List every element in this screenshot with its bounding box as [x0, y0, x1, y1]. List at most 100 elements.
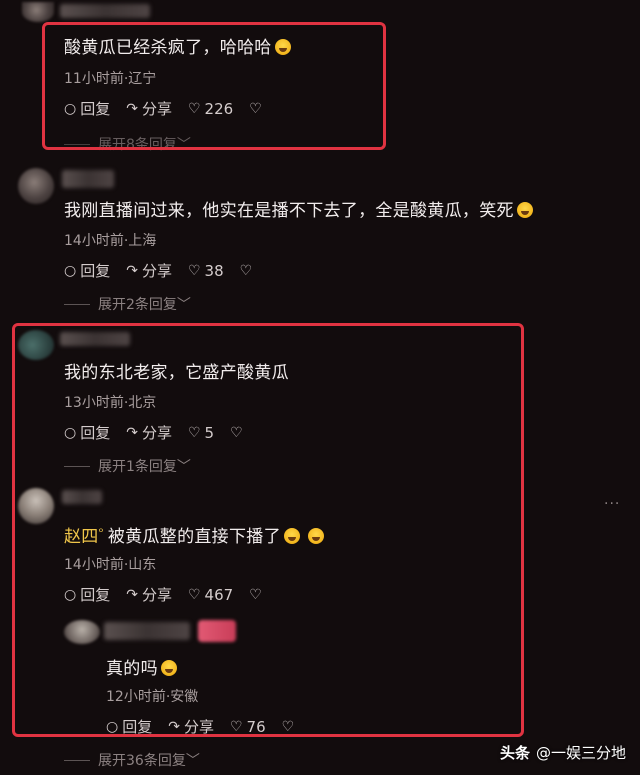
divider — [64, 303, 90, 305]
comment-time: 13小时前·北京 — [64, 395, 157, 411]
share-button[interactable]: ↷ 分享 — [168, 716, 214, 737]
share-arrow-icon: ↷ — [126, 262, 138, 279]
avatar[interactable] — [64, 620, 100, 644]
broken-heart-icon: ♡ — [239, 262, 253, 279]
share-label: 分享 — [141, 262, 172, 280]
reply-button[interactable]: ○ 回复 — [106, 716, 152, 737]
expand-replies-button[interactable]: 展开36条回复 ﹀ — [64, 750, 200, 770]
chevron-down-icon: ﹀ — [176, 459, 191, 475]
avatar[interactable] — [22, 2, 54, 22]
like-count: 226 — [204, 99, 234, 118]
reply-bubble-icon: ○ — [64, 262, 77, 279]
divider — [64, 143, 90, 145]
heart-icon: ♡ — [187, 424, 201, 441]
watermark: 头条 @一娱三分地 — [500, 742, 626, 763]
like-count: 467 — [204, 585, 234, 604]
reply-label: 回复 — [80, 586, 111, 604]
comment-time: 14小时前·山东 — [64, 557, 157, 573]
like-count: 5 — [204, 423, 215, 442]
laugh-cry-emoji-icon — [274, 39, 291, 55]
expand-label: 展开8条回复 — [98, 137, 177, 153]
mention-marker-icon: ᵒ — [98, 525, 104, 539]
comment-time: 11小时前·辽宁 — [64, 71, 157, 87]
reply-bubble-icon: ○ — [106, 718, 119, 735]
comment-actions: ○ 回复 ↷ 分享 ♡ 226 ♡ — [64, 98, 282, 119]
like-count: 38 — [204, 261, 224, 280]
comment-body: 我刚直播间过来，他实在是播不下去了，全是酸黄瓜，笑死 — [64, 201, 514, 221]
share-button[interactable]: ↷ 分享 — [126, 98, 172, 119]
expand-replies-button[interactable]: 展开8条回复 ﹀ — [64, 134, 191, 154]
dislike-button[interactable]: ♡ — [249, 587, 266, 603]
dislike-button[interactable]: ♡ — [249, 101, 266, 117]
share-arrow-icon: ↷ — [126, 100, 138, 117]
broken-heart-icon: ♡ — [249, 586, 262, 603]
reply-button[interactable]: ○ 回复 — [64, 260, 110, 281]
comment-actions: ○ 回复 ↷ 分享 ♡ 467 ♡ — [64, 584, 282, 605]
mentioned-user[interactable]: 赵四 — [64, 527, 99, 547]
like-button[interactable]: ♡ 76 — [230, 718, 266, 736]
avatar[interactable] — [18, 168, 54, 204]
reply-button[interactable]: ○ 回复 — [64, 584, 110, 605]
like-button[interactable]: ♡ 226 — [188, 100, 233, 118]
chevron-down-icon: ﹀ — [176, 297, 191, 313]
reply-text: 真的吗 — [106, 654, 177, 679]
expand-label: 展开2条回复 — [98, 297, 177, 313]
reply-label: 回复 — [80, 262, 111, 280]
expand-replies-button[interactable]: 展开1条回复 ﹀ — [64, 456, 191, 476]
laugh-cry-emoji-icon — [516, 202, 533, 218]
username-blurred[interactable] — [62, 170, 114, 188]
heart-icon: ♡ — [229, 718, 243, 735]
laugh-cry-emoji-icon — [307, 528, 324, 544]
reply-label: 回复 — [80, 100, 111, 118]
laugh-cry-emoji-icon — [160, 660, 177, 676]
username-blurred[interactable] — [60, 4, 150, 18]
share-button[interactable]: ↷ 分享 — [126, 422, 172, 443]
divider — [64, 465, 90, 467]
expand-replies-button[interactable]: 展开2条回复 ﹀ — [64, 294, 191, 314]
share-arrow-icon: ↷ — [168, 718, 180, 735]
laugh-cry-emoji-icon — [283, 528, 300, 544]
share-arrow-icon: ↷ — [126, 586, 138, 603]
chevron-down-icon: ﹀ — [176, 137, 191, 153]
reply-bubble-icon: ○ — [64, 586, 77, 603]
dislike-button[interactable]: ♡ — [240, 263, 257, 279]
share-arrow-icon: ↷ — [126, 424, 138, 441]
divider — [64, 759, 90, 761]
reply-label: 回复 — [80, 424, 111, 442]
username-blurred[interactable] — [104, 622, 190, 640]
more-options-icon[interactable]: ··· — [604, 496, 620, 512]
like-button[interactable]: ♡ 467 — [188, 586, 233, 604]
dislike-button[interactable]: ♡ — [282, 719, 299, 735]
username-blurred[interactable] — [62, 490, 102, 504]
like-count: 76 — [246, 717, 266, 736]
heart-icon: ♡ — [187, 100, 201, 117]
avatar[interactable] — [18, 330, 54, 360]
chevron-down-icon: ﹀ — [185, 753, 200, 769]
expand-label: 展开36条回复 — [98, 753, 186, 769]
comment-actions: ○ 回复 ↷ 分享 ♡ 5 ♡ — [64, 422, 263, 443]
share-button[interactable]: ↷ 分享 — [126, 584, 172, 605]
reply-button[interactable]: ○ 回复 — [64, 422, 110, 443]
reply-body: 真的吗 — [106, 659, 158, 679]
avatar[interactable] — [18, 488, 54, 524]
comment-text: 酸黄瓜已经杀疯了，哈哈哈 — [64, 33, 291, 58]
share-label: 分享 — [141, 586, 172, 604]
comment-body: 酸黄瓜已经杀疯了，哈哈哈 — [64, 38, 272, 58]
share-label: 分享 — [141, 100, 172, 118]
dislike-button[interactable]: ♡ — [230, 425, 247, 441]
share-button[interactable]: ↷ 分享 — [126, 260, 172, 281]
comment-text: 我刚直播间过来，他实在是播不下去了，全是酸黄瓜，笑死 — [64, 196, 533, 221]
brand-logo-text: 头条 — [499, 744, 530, 762]
user-badge — [198, 620, 236, 642]
broken-heart-icon: ♡ — [230, 424, 243, 441]
like-button[interactable]: ♡ 38 — [188, 262, 224, 280]
comment-time: 14小时前·上海 — [64, 233, 157, 249]
reply-button[interactable]: ○ 回复 — [64, 98, 110, 119]
comment-feed: 酸黄瓜已经杀疯了，哈哈哈 11小时前·辽宁 ○ 回复 ↷ 分享 ♡ 226 ♡ 展开8… — [0, 0, 640, 775]
like-button[interactable]: ♡ 5 — [188, 424, 214, 442]
username-blurred[interactable] — [60, 332, 130, 346]
heart-icon: ♡ — [187, 262, 201, 279]
share-label: 分享 — [183, 718, 214, 736]
expand-label: 展开1条回复 — [98, 459, 177, 475]
broken-heart-icon: ♡ — [249, 100, 262, 117]
